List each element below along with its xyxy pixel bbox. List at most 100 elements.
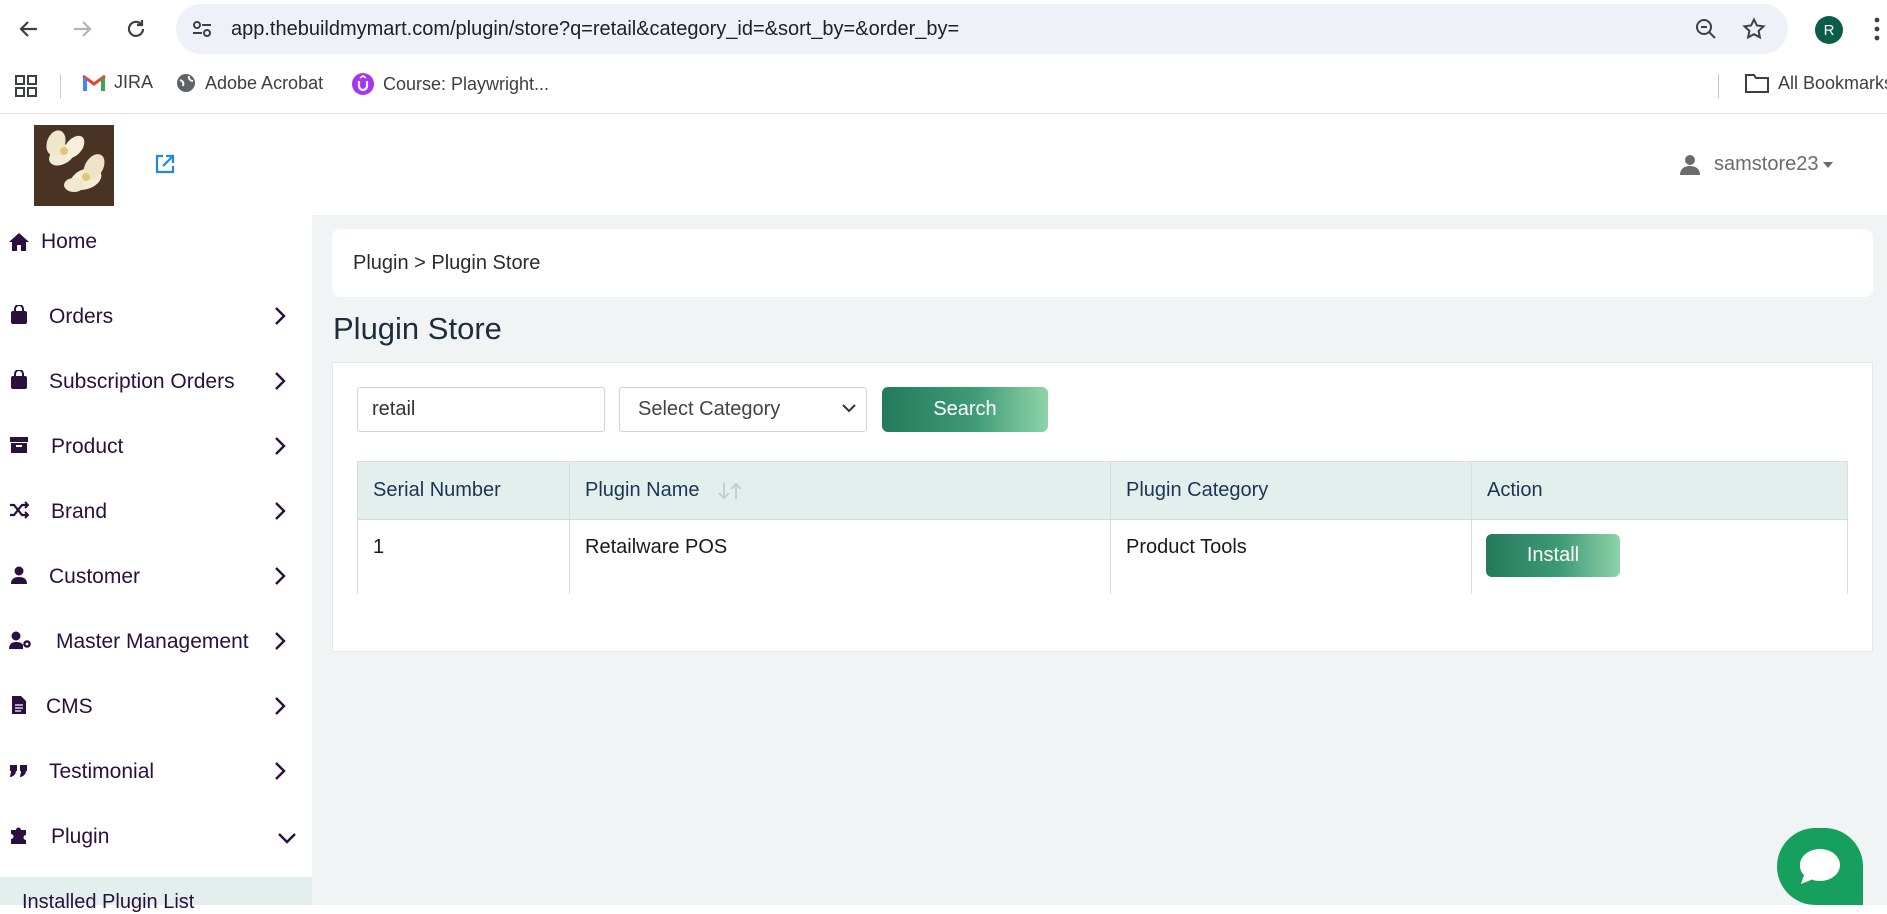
bookmark-label: Course: Playwright... <box>383 73 550 94</box>
sidebar-item-subscription-orders[interactable]: Subscription Orders <box>0 357 312 407</box>
sidebar-item-label: CMS <box>46 695 93 718</box>
shopping-bag-icon <box>8 304 30 326</box>
sidebar-item-customer[interactable]: Customer <box>0 552 312 602</box>
breadcrumb-container: Plugin > Plugin Store <box>332 229 1873 297</box>
sidebar-item-label: Orders <box>49 305 114 328</box>
sidebar-item-label: Subscription Orders <box>49 370 235 393</box>
bookmark-label: JIRA <box>114 72 154 92</box>
site-settings-icon[interactable] <box>190 17 214 41</box>
header-plugin-name[interactable]: Plugin Name <box>570 462 1111 519</box>
bookmark-label: Adobe Acrobat <box>205 72 324 93</box>
chat-icon <box>1800 849 1840 884</box>
bookmark-adobe-acrobat[interactable]: Adobe Acrobat <box>175 72 323 94</box>
page-title: Plugin Store <box>333 311 502 346</box>
header-action: Action <box>1472 462 1847 519</box>
external-link-icon[interactable] <box>154 153 176 175</box>
plugin-name-value: Retailware POS <box>585 536 728 558</box>
search-input[interactable]: retail <box>357 387 605 432</box>
breadcrumb: Plugin > Plugin Store <box>353 252 541 274</box>
document-icon <box>8 694 30 716</box>
shopping-bag-icon <box>8 369 30 391</box>
plugin-category-value: Product Tools <box>1126 536 1247 558</box>
forward-button[interactable] <box>65 12 99 46</box>
sort-icon[interactable] <box>716 481 746 501</box>
bookmarks-divider <box>1718 74 1719 98</box>
sidebar-item-label: Home <box>41 230 98 253</box>
sidebar-item-label: Plugin <box>51 825 110 848</box>
archive-box-icon <box>8 434 30 456</box>
header-plugin-category: Plugin Category <box>1111 462 1472 519</box>
browser-toolbar: app.thebuildmymart.com/plugin/store?q=re… <box>0 0 1887 58</box>
reload-button[interactable] <box>119 12 153 46</box>
profile-avatar[interactable]: R <box>1815 16 1843 44</box>
chevron-right-icon <box>275 632 286 650</box>
sidebar-item-master-management[interactable]: Master Management <box>0 617 312 667</box>
bookmark-jira[interactable]: JIRA <box>82 72 153 93</box>
plugin-table: Serial Number Plugin Name Plugin Categor… <box>357 461 1848 594</box>
cell-serial: 1 <box>358 520 570 594</box>
sidebar-item-cms[interactable]: CMS <box>0 682 312 732</box>
apps-grid-icon[interactable] <box>14 74 38 98</box>
serial-value: 1 <box>373 536 385 558</box>
table-header-row: Serial Number Plugin Name Plugin Categor… <box>358 462 1847 520</box>
header-label: Serial Number <box>373 479 501 501</box>
username: samstore23 <box>1714 153 1819 175</box>
chevron-right-icon <box>275 762 286 780</box>
category-select[interactable]: Select Category <box>619 387 867 432</box>
bookmark-star-icon[interactable] <box>1742 17 1766 41</box>
sidebar-item-plugin[interactable]: Plugin <box>0 812 312 862</box>
sidebar: Home Orders Subscription Orders Product … <box>0 215 312 905</box>
chevron-down-icon <box>278 833 296 844</box>
sidebar-item-home[interactable]: Home <box>0 217 312 267</box>
header-label: Plugin Name <box>585 479 700 501</box>
search-button[interactable]: Search <box>882 387 1048 432</box>
puzzle-icon <box>8 824 30 846</box>
sidebar-subitem-label: Installed Plugin List <box>22 891 195 913</box>
sidebar-item-testimonial[interactable]: Testimonial <box>0 747 312 797</box>
header-serial-number: Serial Number <box>358 462 570 519</box>
user-gear-icon <box>8 629 34 651</box>
chat-widget-button[interactable] <box>1777 828 1863 905</box>
user-icon <box>8 564 30 586</box>
header-label: Plugin Category <box>1126 479 1269 501</box>
category-select-value: Select Category <box>638 398 781 420</box>
url-text[interactable]: app.thebuildmymart.com/plugin/store?q=re… <box>231 18 959 41</box>
globe-icon <box>177 74 195 92</box>
chevron-right-icon <box>275 437 286 455</box>
chevron-right-icon <box>275 372 286 390</box>
sidebar-item-label: Testimonial <box>49 760 155 783</box>
chevron-right-icon <box>275 697 286 715</box>
install-button[interactable]: Install <box>1486 534 1620 577</box>
chevron-right-icon <box>275 567 286 585</box>
cell-action: Install <box>1472 520 1847 594</box>
all-bookmarks-label: All Bookmarks <box>1778 72 1887 93</box>
user-menu[interactable]: samstore23 <box>1680 153 1833 176</box>
sidebar-item-label: Master Management <box>56 630 249 653</box>
cell-plugin-category: Product Tools <box>1111 520 1472 594</box>
sidebar-item-product[interactable]: Product <box>0 422 312 472</box>
cell-plugin-name: Retailware POS <box>570 520 1111 594</box>
plugin-store-card: retail Select Category Search Serial Num… <box>332 362 1873 652</box>
sidebar-item-label: Customer <box>49 565 141 588</box>
all-bookmarks[interactable]: All Bookmarks <box>1744 72 1887 94</box>
sidebar-item-brand[interactable]: Brand <box>0 487 312 537</box>
bookmarks-bar: JIRA Adobe Acrobat Course: Playwright...… <box>0 58 1887 114</box>
address-bar[interactable]: app.thebuildmymart.com/plugin/store?q=re… <box>176 4 1788 54</box>
forward-arrow-icon <box>74 21 92 37</box>
user-icon <box>1680 154 1700 175</box>
flower-image <box>34 125 114 206</box>
more-menu-icon[interactable] <box>1872 16 1882 42</box>
folder-icon <box>1745 74 1769 93</box>
sidebar-subitem-installed-plugin-list[interactable]: Installed Plugin List <box>0 877 312 913</box>
shuffle-icon <box>8 499 30 521</box>
reload-icon <box>127 20 145 37</box>
zoom-icon[interactable] <box>1694 17 1718 41</box>
store-logo[interactable] <box>34 125 114 206</box>
bookmark-course-playwright[interactable]: Course: Playwright... <box>351 72 549 96</box>
header-label: Action <box>1487 479 1543 501</box>
chevron-right-icon <box>275 502 286 520</box>
back-button[interactable] <box>12 12 46 46</box>
sidebar-item-orders[interactable]: Orders <box>0 292 312 342</box>
main-content: Plugin > Plugin Store Plugin Store retai… <box>312 215 1887 905</box>
caret-down-icon <box>1822 161 1833 168</box>
